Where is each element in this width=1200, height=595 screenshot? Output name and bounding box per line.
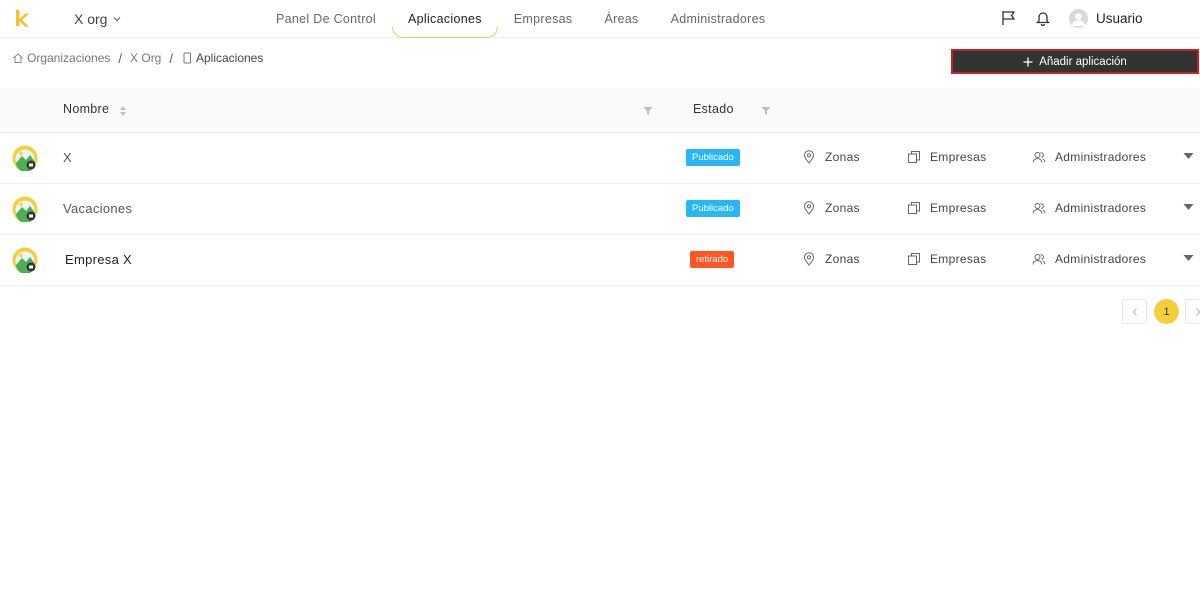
- pagination-next-button[interactable]: [1185, 299, 1200, 324]
- tab-empresas[interactable]: Empresas: [498, 0, 589, 38]
- breadcrumb-separator: /: [118, 50, 123, 66]
- plus-icon: [1023, 57, 1033, 66]
- location-pin-icon: [803, 150, 815, 164]
- user-avatar-icon[interactable]: [1069, 9, 1088, 28]
- user-name[interactable]: Usuario: [1096, 11, 1143, 26]
- companies-label: Empresas: [930, 252, 987, 266]
- users-icon: [1032, 152, 1046, 163]
- table-header: Nombre Estado: [0, 88, 1200, 133]
- app-image-icon: [12, 145, 38, 171]
- main-nav: Panel De Control Aplicaciones Empresas Á…: [260, 0, 781, 38]
- pagination-page[interactable]: 1: [1154, 299, 1179, 324]
- app-image-icon: [12, 247, 38, 273]
- chevron-left-icon: [1132, 307, 1137, 316]
- column-header-status[interactable]: Estado: [693, 102, 734, 116]
- copy-icon: [908, 253, 920, 265]
- status-badge: retirado: [690, 251, 735, 268]
- app-image-icon: [12, 196, 38, 222]
- breadcrumb-separator: /: [169, 50, 173, 66]
- admins-label: Administradores: [1055, 150, 1147, 164]
- table-row[interactable]: X Publicado Zonas Empresas Administrador…: [0, 133, 1200, 184]
- add-app-label: Añadir aplicación: [1039, 55, 1127, 68]
- companies-label: Empresas: [930, 201, 987, 215]
- add-app-button[interactable]: Añadir aplicación: [951, 49, 1199, 74]
- home-icon: [13, 53, 23, 63]
- column-header-name[interactable]: Nombre: [63, 102, 109, 116]
- org-name: X org: [74, 11, 108, 27]
- tab-panel-de-control[interactable]: Panel De Control: [260, 0, 392, 38]
- users-icon: [1032, 254, 1046, 265]
- companies-link[interactable]: Empresas: [907, 201, 986, 215]
- zones-label: Zonas: [825, 201, 860, 215]
- tab-areas[interactable]: Áreas: [588, 0, 654, 38]
- copy-icon: [908, 151, 920, 163]
- breadcrumb: Organizaciones / X Org / Aplicaciones: [12, 50, 263, 66]
- location-pin-icon: [803, 201, 815, 215]
- table-row[interactable]: Vacaciones Publicado Zonas Empresas Admi…: [0, 184, 1200, 235]
- zones-label: Zonas: [825, 150, 860, 164]
- companies-link[interactable]: Empresas: [907, 150, 986, 164]
- mobile-icon: [183, 52, 191, 64]
- filter-icon[interactable]: [643, 106, 653, 116]
- zones-link[interactable]: Zonas: [802, 150, 860, 164]
- pagination-prev-button[interactable]: [1122, 299, 1147, 324]
- admins-link[interactable]: Administradores: [1032, 252, 1146, 266]
- zones-link[interactable]: Zonas: [802, 252, 860, 266]
- tab-aplicaciones[interactable]: Aplicaciones: [392, 0, 498, 38]
- table-row[interactable]: Empresa X retirado Zonas Empresas Admini…: [0, 235, 1200, 286]
- chevron-right-icon: [1195, 307, 1200, 316]
- companies-label: Empresas: [930, 150, 987, 164]
- app-name[interactable]: X: [63, 150, 72, 165]
- location-pin-icon: [803, 252, 815, 266]
- caret-down-icon[interactable]: [1183, 152, 1194, 160]
- breadcrumb-item-org[interactable]: X Org: [130, 51, 161, 65]
- status-badge: Publicado: [686, 200, 740, 217]
- admins-label: Administradores: [1055, 201, 1147, 215]
- filter-icon[interactable]: [761, 106, 771, 116]
- chevron-down-icon: [114, 17, 121, 22]
- flag-icon[interactable]: [1000, 9, 1018, 27]
- bell-icon[interactable]: [1034, 9, 1052, 27]
- tab-administradores[interactable]: Administradores: [655, 0, 782, 38]
- users-icon: [1032, 203, 1046, 214]
- admins-link[interactable]: Administradores: [1032, 201, 1146, 215]
- zones-label: Zonas: [825, 252, 860, 266]
- org-selector[interactable]: X org: [74, 10, 122, 28]
- breadcrumb-item-aplicaciones: Aplicaciones: [195, 51, 264, 65]
- companies-link[interactable]: Empresas: [907, 252, 986, 266]
- zones-link[interactable]: Zonas: [802, 201, 860, 215]
- admins-label: Administradores: [1055, 252, 1147, 266]
- logo-icon[interactable]: [14, 8, 30, 30]
- caret-down-icon[interactable]: [1183, 203, 1194, 211]
- caret-down-icon[interactable]: [1183, 254, 1194, 262]
- top-bar: X org Panel De Control Aplicaciones Empr…: [0, 0, 1200, 38]
- sort-icon[interactable]: [119, 105, 127, 117]
- app-name[interactable]: Vacaciones: [63, 201, 132, 216]
- status-badge: Publicado: [686, 149, 740, 166]
- breadcrumb-item-organizaciones[interactable]: Organizaciones: [27, 51, 110, 65]
- app-name[interactable]: Empresa X: [65, 252, 132, 267]
- admins-link[interactable]: Administradores: [1032, 150, 1146, 164]
- copy-icon: [908, 202, 920, 214]
